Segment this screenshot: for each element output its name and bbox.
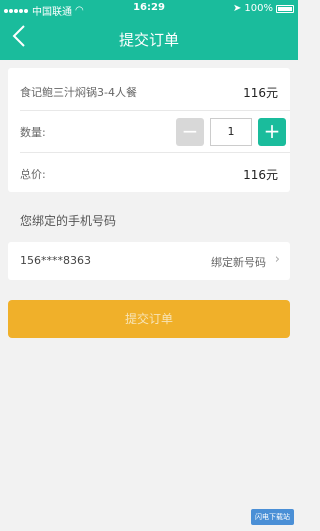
page-title: 提交订单 <box>118 31 179 49</box>
rebind-phone-link[interactable]: 绑定新号码 <box>211 254 266 270</box>
phone-section-title: 您绑定的手机号码 <box>20 214 117 228</box>
phone-number: 156****8363 <box>20 254 91 267</box>
item-price: 116元 <box>243 86 278 100</box>
divider <box>20 152 290 153</box>
decrease-button[interactable]: − <box>176 118 204 146</box>
watermark-logo: 闪电下载站 <box>251 509 294 525</box>
quantity-input[interactable]: 1 <box>210 118 252 146</box>
total-row: 总价: 116元 <box>20 166 278 182</box>
chevron-right-icon: › <box>274 252 280 267</box>
status-bar: 中国联通 ◠ 16:29 ➤ 100% <box>0 0 298 18</box>
increase-button[interactable]: + <box>258 118 286 146</box>
quantity-label: 数量: <box>20 126 46 139</box>
total-price: 116元 <box>243 168 278 182</box>
quantity-stepper: − 1 + <box>176 118 286 146</box>
battery-percent: 100% <box>244 3 273 14</box>
divider <box>20 110 290 111</box>
item-row: 食记鲍三汁焖锅3-4人餐 116元 <box>20 84 278 100</box>
total-label: 总价: <box>20 168 46 181</box>
phone-row[interactable]: 156****8363 绑定新号码 › <box>8 242 290 280</box>
battery-icon <box>276 4 294 13</box>
header: 提交订单 <box>0 18 298 60</box>
location-icon: ➤ <box>233 3 242 14</box>
status-right: ➤ 100% <box>233 3 294 14</box>
item-name: 食记鲍三汁焖锅3-4人餐 <box>20 86 137 99</box>
submit-order-button[interactable]: 提交订单 <box>8 300 290 338</box>
